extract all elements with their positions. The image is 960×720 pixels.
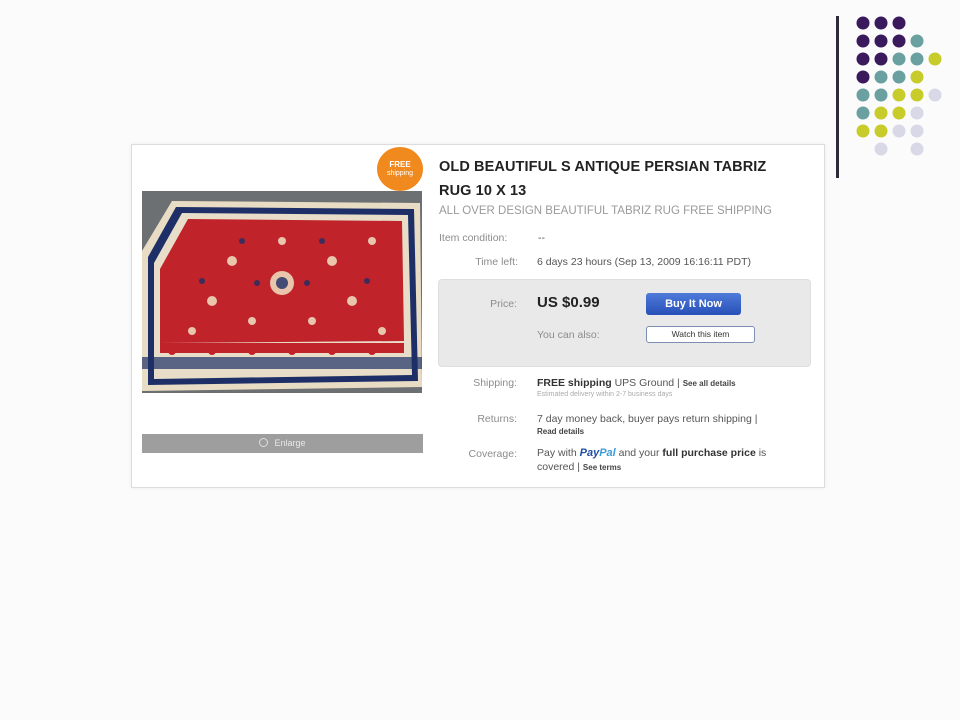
you-can-also-label: You can also: — [537, 329, 600, 341]
decorative-dot — [928, 88, 942, 102]
returns-label: Returns: — [477, 413, 517, 425]
decorative-dot — [874, 88, 888, 102]
decorative-dot — [874, 70, 888, 84]
decorative-dot — [892, 88, 906, 102]
free-shipping-text: FREE shipping — [537, 377, 612, 389]
decorative-dot — [892, 16, 906, 30]
decorative-dot — [910, 52, 924, 66]
decorative-dot — [874, 34, 888, 48]
rug-image — [142, 191, 422, 393]
price-box: Price: US $0.99 Buy It Now You can also:… — [438, 279, 811, 367]
time-left-value: 6 days 23 hours (Sep 13, 2009 16:16:11 P… — [537, 256, 752, 268]
decorative-dot — [874, 106, 888, 120]
decorative-dot — [910, 70, 924, 84]
decorative-dot — [856, 52, 870, 66]
free-shipping-badge: FREE shipping — [377, 147, 423, 191]
decorative-dot — [892, 70, 906, 84]
coverage-terms-link[interactable]: See terms — [583, 463, 621, 472]
watch-item-button[interactable]: Watch this item — [646, 326, 755, 343]
coverage-label: Coverage: — [468, 448, 517, 460]
time-left-label: Time left: — [475, 256, 518, 268]
price-value: US $0.99 — [537, 294, 600, 311]
decorative-dot — [856, 70, 870, 84]
shipping-label: Shipping: — [473, 377, 517, 389]
shipping-estimate: Estimated delivery within 2-7 business d… — [537, 391, 673, 398]
shipping-line: FREE shipping UPS Ground | See all detai… — [537, 377, 736, 389]
decorative-dot — [856, 106, 870, 120]
coverage-pay-with: Pay with — [537, 447, 577, 459]
coverage-covered: covered | — [537, 461, 580, 473]
decorative-dot — [928, 52, 942, 66]
decorative-dot — [856, 124, 870, 138]
decorative-dot — [910, 124, 924, 138]
shipping-details-link[interactable]: See all details — [683, 379, 736, 388]
coverage-line2: covered | See terms — [537, 461, 621, 473]
listing-subtitle: ALL OVER DESIGN BEAUTIFUL TABRIZ RUG FRE… — [439, 205, 772, 217]
decorative-dot — [856, 88, 870, 102]
magnifier-icon — [259, 438, 269, 447]
coverage-full-price: full purchase price — [662, 447, 756, 459]
condition-label: Item condition: — [439, 232, 508, 244]
badge-line2: shipping — [386, 170, 414, 177]
decorative-dot — [892, 124, 906, 138]
coverage-is: is — [758, 447, 767, 459]
decorative-dot — [856, 16, 870, 30]
listing-card: Enlarge FREE shipping OLD BEAUTIFUL S AN… — [131, 144, 825, 488]
decorative-dot — [874, 142, 888, 156]
badge-line1: FREE — [389, 160, 411, 169]
decorative-dot — [910, 106, 924, 120]
listing-title: OLD BEAUTIFUL S ANTIQUE PERSIAN TABRIZ R… — [439, 159, 767, 199]
shipping-carrier: UPS Ground | — [614, 377, 680, 389]
enlarge-button[interactable]: Enlarge — [142, 434, 423, 453]
decorative-dot — [910, 88, 924, 102]
buy-it-now-button[interactable]: Buy It Now — [646, 293, 741, 315]
decorative-dot — [874, 124, 888, 138]
decorative-dot — [856, 34, 870, 48]
enlarge-label: Enlarge — [274, 438, 306, 448]
decorative-vertical-line — [836, 16, 839, 178]
decorative-dot — [892, 106, 906, 120]
coverage-and-your: and your — [618, 447, 660, 459]
returns-text: 7 day money back, buyer pays return ship… — [537, 413, 758, 425]
decorative-dot — [892, 52, 906, 66]
condition-value: -- — [538, 232, 545, 244]
decorative-dot — [910, 34, 924, 48]
price-label: Price: — [490, 298, 517, 310]
rug-photo[interactable] — [142, 191, 422, 393]
decorative-dot — [892, 34, 906, 48]
decorative-dot — [874, 52, 888, 66]
coverage-line: Pay with PayPal and your full purchase p… — [537, 447, 766, 459]
returns-details-link[interactable]: Read details — [537, 427, 584, 436]
decorative-dot — [910, 142, 924, 156]
decorative-dot — [874, 16, 888, 30]
paypal-logo: PayPal — [579, 447, 616, 459]
decorative-dot-grid — [856, 16, 942, 156]
